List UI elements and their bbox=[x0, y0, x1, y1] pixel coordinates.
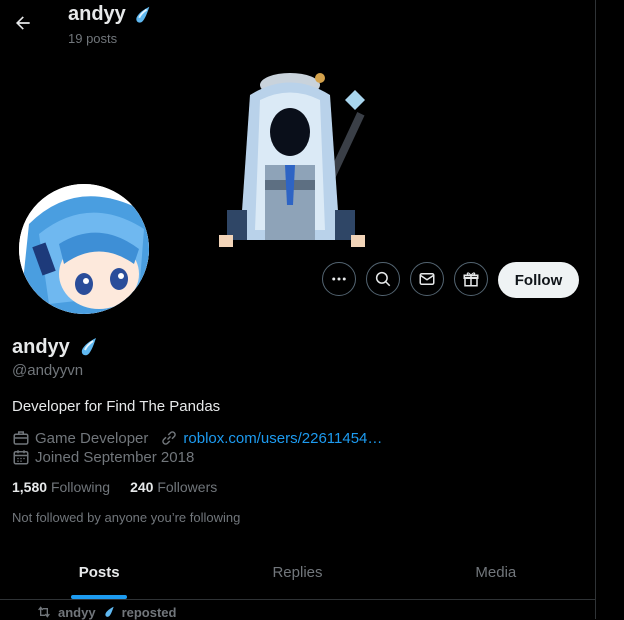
comet-icon bbox=[81, 338, 96, 356]
header-name: andyy bbox=[68, 3, 153, 26]
profile-meta-row: Game Developer roblox.com/users/22611454… bbox=[12, 429, 382, 447]
user-handle: @andyyvn bbox=[12, 362, 84, 379]
bio: Developer for Find The Pandas bbox=[12, 398, 221, 415]
link-icon bbox=[160, 429, 178, 447]
search-profile-button[interactable] bbox=[366, 262, 400, 296]
header-name-text: andyy bbox=[68, 3, 126, 25]
not-followed-notice: Not followed by anyone you’re following bbox=[12, 510, 241, 525]
message-button[interactable] bbox=[410, 262, 444, 296]
back-button[interactable] bbox=[8, 8, 38, 38]
tab-posts[interactable]: Posts bbox=[0, 545, 198, 599]
following-label: Following bbox=[50, 479, 111, 495]
comet-icon bbox=[136, 6, 150, 23]
joined-date: Joined September 2018 bbox=[35, 448, 195, 466]
repost-user[interactable]: andyy bbox=[58, 605, 96, 620]
profile-column: andyy 19 posts Follow andyy @andyyvn Dev… bbox=[0, 0, 596, 620]
profile-tabs: Posts Replies Media bbox=[0, 545, 595, 600]
tab-posts-label: Posts bbox=[78, 563, 120, 581]
post-count: 19 posts bbox=[68, 31, 118, 46]
comet-icon bbox=[104, 606, 114, 617]
repost-indicator: andyy reposted bbox=[36, 604, 176, 620]
profile-category: Game Developer bbox=[35, 429, 149, 447]
joined-row: Joined September 2018 bbox=[12, 448, 194, 466]
tab-replies-label: Replies bbox=[272, 563, 323, 581]
gift-button[interactable] bbox=[454, 262, 488, 296]
mail-icon bbox=[419, 273, 435, 285]
tab-media[interactable]: Media bbox=[397, 545, 595, 599]
more-button[interactable] bbox=[322, 262, 356, 296]
active-tab-indicator bbox=[71, 595, 128, 599]
top-bar: andyy 19 posts bbox=[0, 0, 595, 53]
search-icon bbox=[375, 271, 391, 287]
avatar[interactable] bbox=[16, 181, 152, 317]
tab-replies[interactable]: Replies bbox=[198, 545, 396, 599]
avatar-image bbox=[19, 184, 149, 314]
banner-character-image bbox=[219, 73, 365, 247]
briefcase-icon bbox=[12, 429, 30, 447]
calendar-icon bbox=[12, 448, 30, 466]
following-link[interactable]: 1,580 Following bbox=[12, 479, 110, 495]
follow-counts: 1,580 Following 240 Followers bbox=[12, 479, 217, 495]
gift-icon bbox=[463, 272, 479, 287]
profile-link[interactable]: roblox.com/users/22611454… bbox=[183, 430, 382, 447]
repost-label: reposted bbox=[121, 604, 177, 620]
followers-count: 240 bbox=[130, 479, 154, 495]
tab-media-label: Media bbox=[475, 563, 517, 581]
back-arrow-icon bbox=[16, 16, 30, 30]
followers-link[interactable]: 240 Followers bbox=[130, 479, 217, 495]
display-name-text: andyy bbox=[12, 335, 70, 358]
more-icon bbox=[332, 277, 346, 281]
repost-icon bbox=[38, 606, 50, 618]
followers-label: Followers bbox=[157, 479, 218, 495]
following-count: 1,580 bbox=[12, 479, 48, 495]
follow-button[interactable]: Follow bbox=[498, 262, 579, 298]
display-name: andyy bbox=[12, 335, 100, 359]
